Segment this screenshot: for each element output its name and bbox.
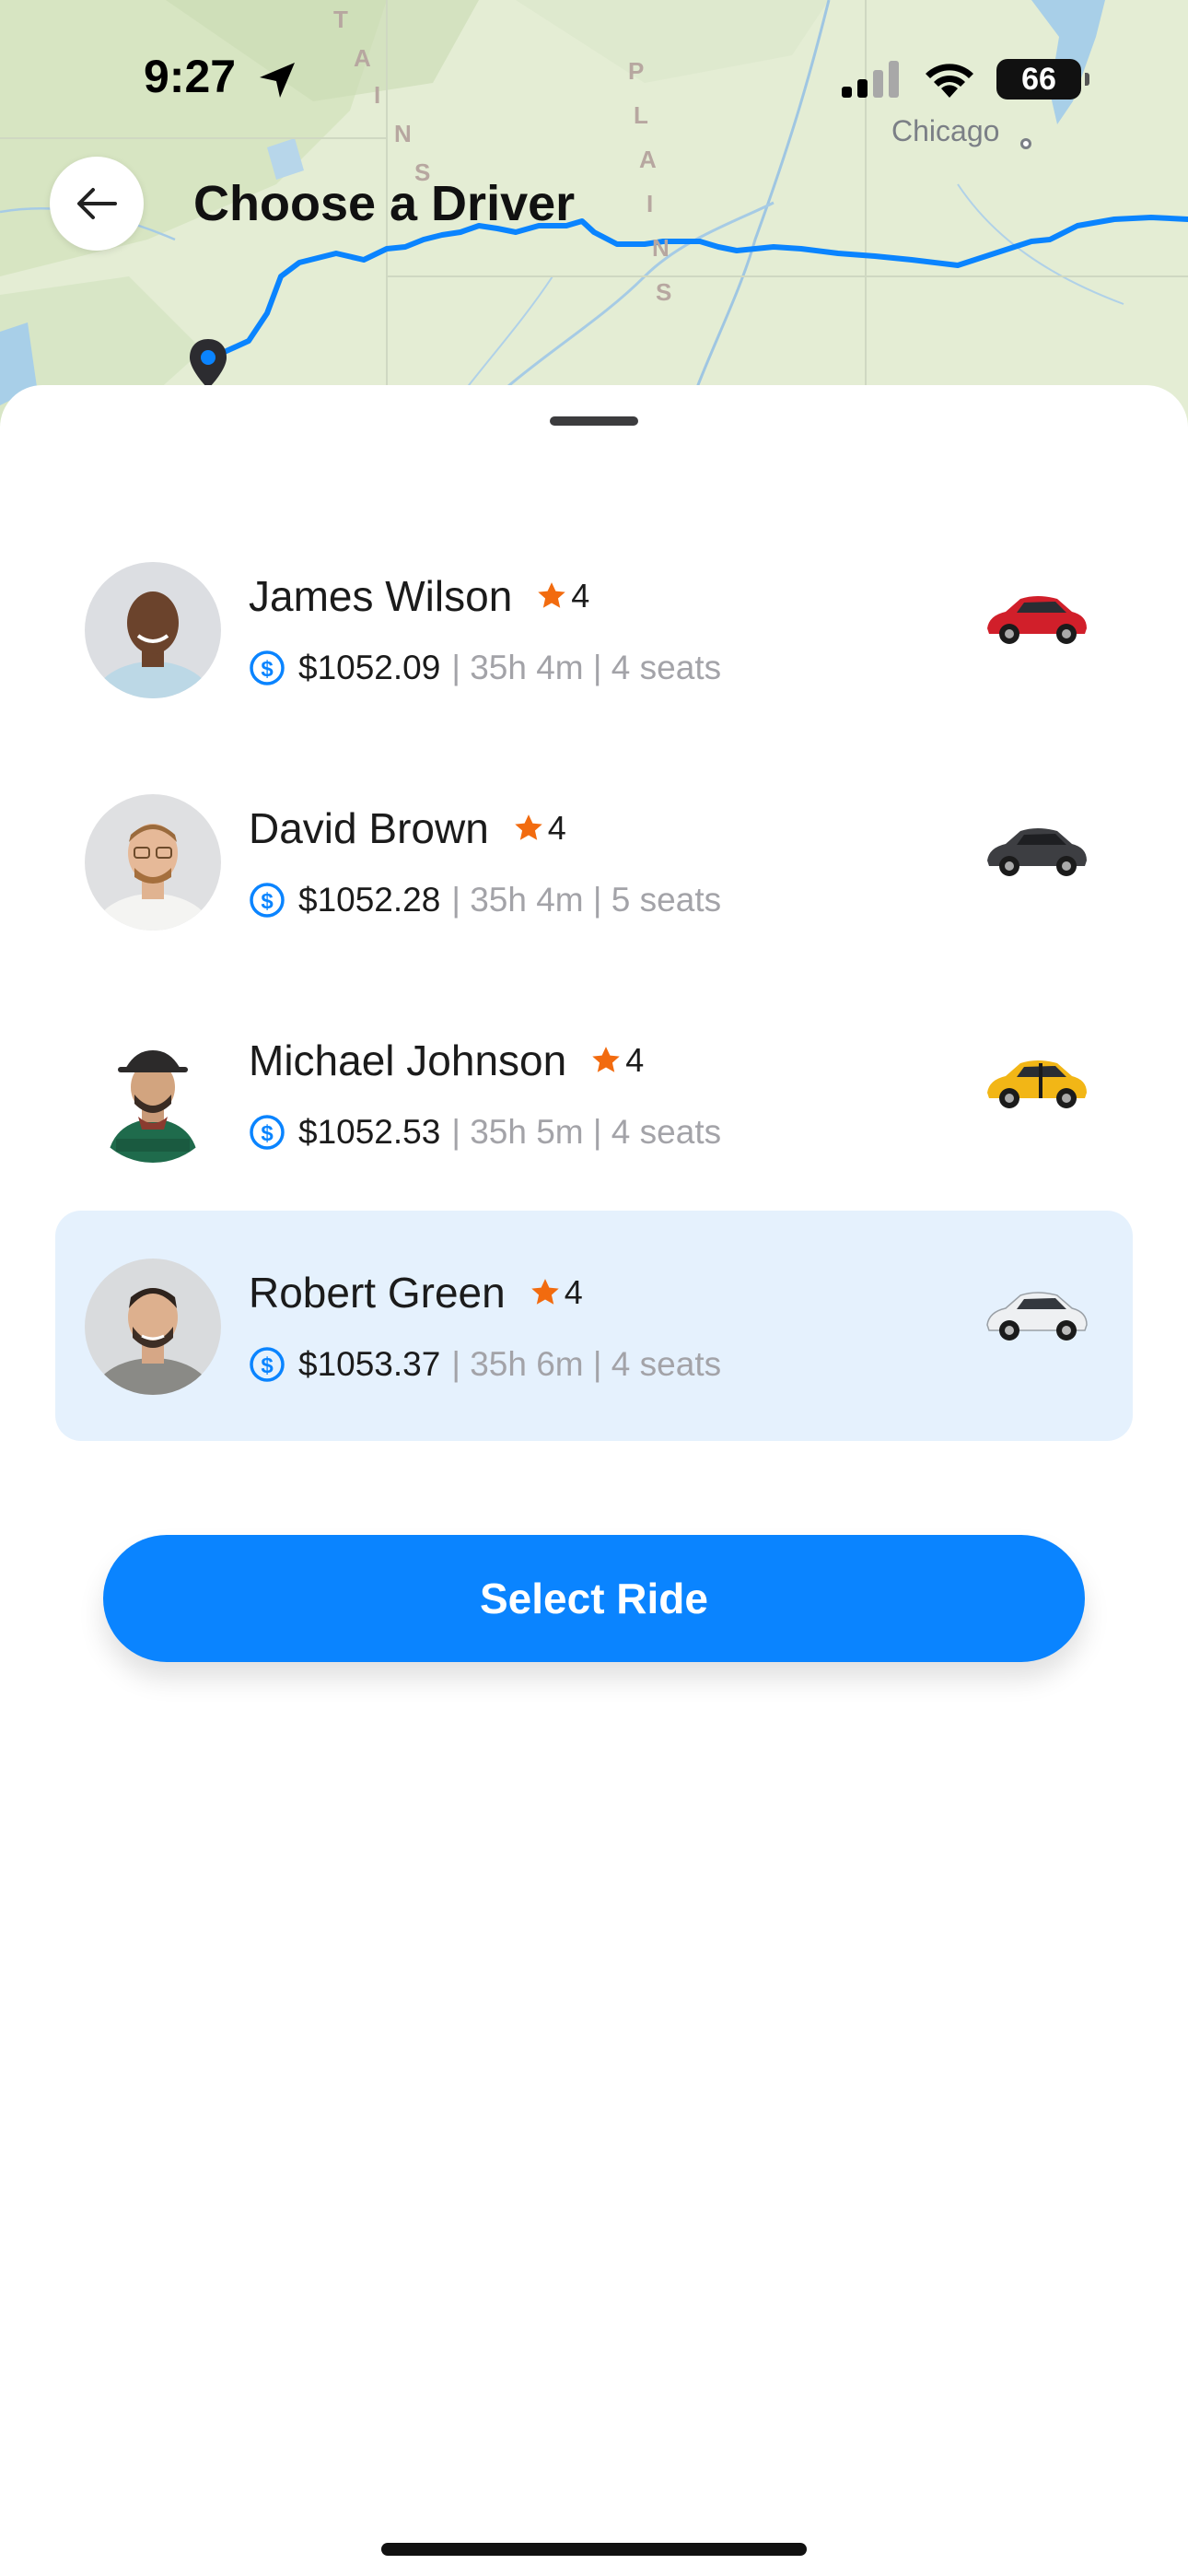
driver-avatar: [85, 1026, 221, 1163]
driver-price: $1052.09: [298, 649, 441, 686]
arrow-left-icon: [77, 188, 117, 219]
svg-text:$: $: [261, 1353, 274, 1378]
driver-row-james-wilson[interactable]: James Wilson 4 $ $1052.09 | 35h 4m | 4 s…: [55, 514, 1133, 744]
wifi-icon: [926, 64, 973, 98]
location-arrow-icon: [260, 63, 295, 98]
map-label: I: [374, 81, 383, 109]
driver-row-michael-johnson[interactable]: Michael Johnson 4 $ $1052.53 | 35h 5m | …: [55, 978, 1133, 1209]
driver-trip-info: | 35h 6m | 4 seats: [451, 1345, 722, 1383]
driver-trip-info: | 35h 4m | 5 seats: [451, 881, 722, 919]
cellular-signal-icon: [842, 61, 899, 98]
driver-name: James Wilson: [249, 572, 513, 620]
driver-row-david-brown[interactable]: David Brown 4 $ $1052.28 | 35h 4m | 5 se…: [55, 746, 1133, 977]
map-label: N: [652, 234, 671, 262]
star-icon: [530, 1279, 559, 1305]
star-icon: [515, 814, 542, 840]
car-image: [987, 828, 1087, 876]
driver-rating: 4: [564, 1273, 583, 1311]
map-city-label: Chicago: [891, 114, 1000, 147]
dollar-icon: $: [250, 883, 285, 918]
driver-avatar: [85, 562, 221, 698]
driver-sheet: James Wilson 4 $ $1052.09 | 35h 4m | 4 s…: [0, 385, 1188, 2576]
map-label: L: [634, 101, 650, 129]
svg-text:$: $: [261, 1121, 274, 1146]
driver-name: David Brown: [249, 804, 489, 852]
car-image: [987, 1060, 1087, 1108]
star-icon: [592, 1047, 620, 1072]
map-label: A: [354, 44, 373, 72]
dollar-icon: $: [250, 1347, 285, 1382]
driver-price: $1052.53: [298, 1113, 441, 1151]
driver-rating: 4: [625, 1041, 645, 1079]
battery-indicator: 66: [996, 59, 1089, 100]
map-label: T: [333, 6, 350, 33]
driver-price: $1053.37: [298, 1345, 441, 1383]
star-icon: [538, 582, 566, 608]
driver-avatar: [85, 794, 221, 931]
driver-rating: 4: [571, 577, 590, 615]
back-button[interactable]: [50, 157, 144, 251]
select-ride-button[interactable]: Select Ride: [103, 1535, 1085, 1662]
map-label: P: [628, 57, 646, 85]
driver-trip-info: | 35h 4m | 4 seats: [451, 649, 722, 686]
car-image: [986, 1292, 1088, 1341]
driver-name: Robert Green: [249, 1269, 506, 1317]
map-label: A: [639, 146, 658, 173]
map-label: I: [646, 190, 656, 217]
home-indicator[interactable]: [381, 2543, 807, 2556]
car-image: [987, 596, 1087, 644]
page-title: Choose a Driver: [193, 176, 576, 231]
driver-rating: 4: [547, 809, 566, 847]
driver-row-robert-green[interactable]: Robert Green 4 $ $1053.37 | 35h 6m | 4 s…: [55, 1211, 1133, 1441]
map-label: N: [394, 120, 413, 147]
city-marker-icon: [1020, 138, 1031, 149]
dollar-icon: $: [250, 650, 285, 685]
svg-text:$: $: [261, 657, 274, 682]
driver-price: $1052.28: [298, 881, 441, 919]
sheet-grabber[interactable]: [550, 416, 638, 426]
driver-trip-info: | 35h 5m | 4 seats: [451, 1113, 722, 1151]
driver-avatar: [85, 1259, 221, 1395]
map-label: S: [656, 278, 674, 306]
dollar-icon: $: [250, 1115, 285, 1150]
map-pin-icon: [190, 339, 227, 389]
svg-text:$: $: [261, 889, 274, 914]
driver-name: Michael Johnson: [249, 1036, 567, 1084]
status-time: 9:27: [144, 51, 237, 102]
